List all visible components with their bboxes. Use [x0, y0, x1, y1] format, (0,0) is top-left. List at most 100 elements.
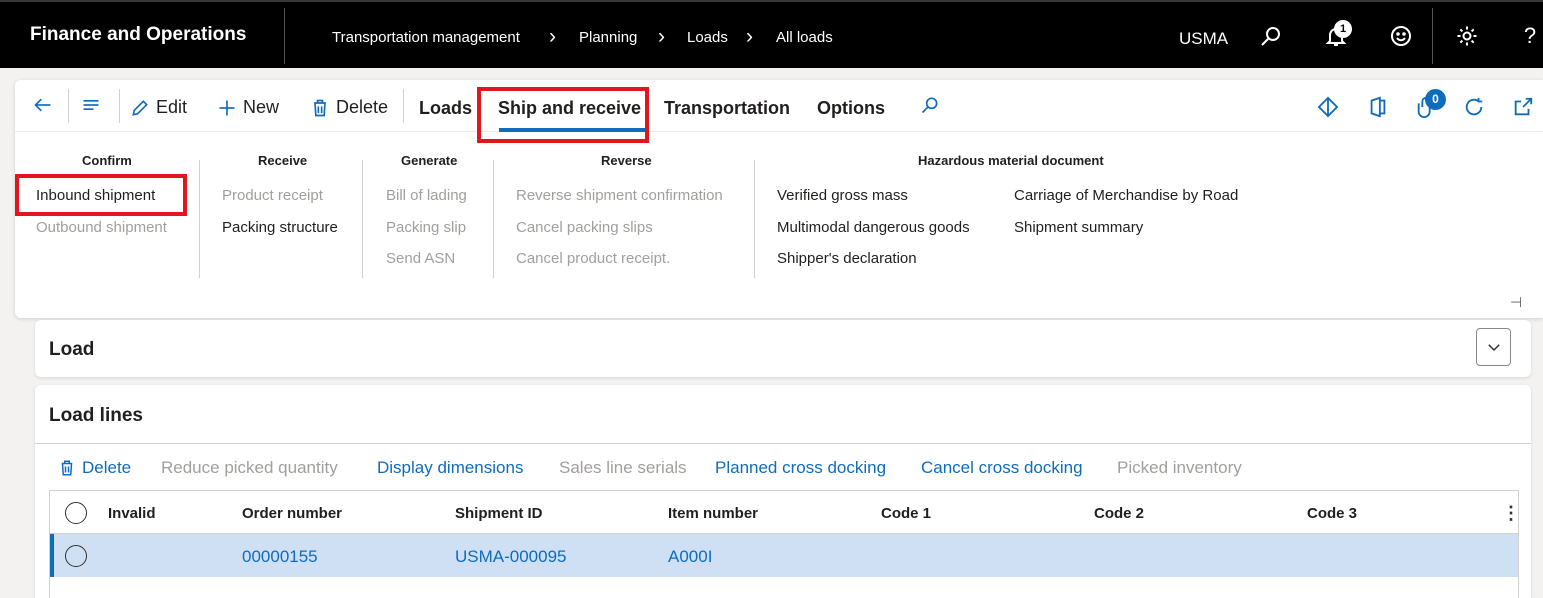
picked-inventory-button[interactable]: Picked inventory [1117, 458, 1242, 478]
group-title-receive: Receive [258, 153, 308, 168]
line-delete-label: Delete [82, 458, 132, 477]
shippers-declaration-button[interactable]: Shipper's declaration [777, 250, 917, 267]
breadcrumb-transportation-management[interactable]: Transportation management [332, 29, 520, 46]
search-icon[interactable] [1257, 22, 1285, 50]
cancel-cross-docking-button[interactable]: Cancel cross docking [921, 458, 1083, 478]
display-dimensions-button[interactable]: Display dimensions [377, 458, 523, 478]
notification-count-badge: 1 [1334, 20, 1352, 38]
outbound-shipment-button[interactable]: Outbound shipment [36, 219, 167, 236]
breadcrumb-planning[interactable]: Planning [579, 29, 637, 46]
load-section-title[interactable]: Load [49, 339, 94, 361]
column-header-shipment-id[interactable]: Shipment ID [455, 505, 543, 522]
menu-button[interactable] [81, 95, 107, 115]
cell-item-number[interactable]: A000I [668, 547, 712, 567]
company-selector[interactable]: USMA [1179, 29, 1228, 49]
open-new-window-icon[interactable] [1512, 96, 1536, 120]
top-navigation-bar: Finance and Operations Transportation ma… [0, 0, 1543, 68]
app-title[interactable]: Finance and Operations [30, 24, 246, 46]
pin-icon[interactable]: ⊣ [1510, 294, 1522, 311]
highlight-box-ship-and-receive [477, 87, 649, 143]
new-button[interactable]: New [217, 97, 279, 118]
shipment-summary-button[interactable]: Shipment summary [1014, 219, 1143, 236]
breadcrumb-all-loads[interactable]: All loads [776, 29, 833, 46]
tab-loads[interactable]: Loads [419, 98, 472, 119]
divider [68, 89, 69, 123]
refresh-icon[interactable] [1463, 96, 1487, 120]
arrow-left-icon [34, 98, 51, 112]
divider [1432, 8, 1433, 64]
divider [119, 89, 120, 123]
cell-order-number[interactable]: 00000155 [242, 547, 318, 567]
new-label: New [243, 97, 280, 117]
divider [362, 160, 363, 278]
office-icon[interactable] [1367, 96, 1391, 120]
chevron-down-icon [1487, 344, 1500, 352]
table-row[interactable]: 00000155 USMA-000095 A000I [50, 534, 1518, 577]
column-header-code-3[interactable]: Code 3 [1307, 505, 1357, 522]
column-header-order-number[interactable]: Order number [242, 505, 342, 522]
divider [403, 89, 404, 123]
group-title-generate: Generate [401, 153, 458, 168]
trash-icon [314, 99, 326, 116]
reduce-picked-quantity-button[interactable]: Reduce picked quantity [161, 458, 338, 478]
help-icon[interactable]: ? [1516, 22, 1543, 50]
packing-structure-button[interactable]: Packing structure [222, 219, 338, 236]
group-title-confirm: Confirm [82, 153, 132, 168]
breadcrumb-loads[interactable]: Loads [687, 29, 728, 46]
grid-header: Invalid Order number Shipment ID Item nu… [50, 491, 1520, 534]
load-lines-grid: Invalid Order number Shipment ID Item nu… [49, 490, 1520, 598]
delete-button[interactable]: Delete [310, 97, 388, 118]
column-header-code-2[interactable]: Code 2 [1094, 505, 1144, 522]
column-header-code-1[interactable]: Code 1 [881, 505, 931, 522]
chevron-right-icon: › [746, 25, 753, 48]
cell-shipment-id[interactable]: USMA-000095 [455, 547, 567, 567]
plus-icon [219, 100, 235, 115]
carriage-of-merchandise-by-road-button[interactable]: Carriage of Merchandise by Road [1014, 187, 1238, 204]
tab-options[interactable]: Options [817, 98, 885, 119]
lines-icon [83, 100, 99, 110]
attachment-count-badge: 0 [1425, 89, 1446, 110]
planned-cross-docking-button[interactable]: Planned cross docking [715, 458, 886, 478]
gear-icon[interactable] [1453, 22, 1481, 50]
divider [754, 160, 755, 278]
select-all-radio[interactable] [65, 502, 87, 524]
divider [493, 160, 494, 278]
product-receipt-button[interactable]: Product receipt [222, 187, 323, 204]
expand-button[interactable] [1476, 328, 1511, 366]
edit-label: Edit [156, 97, 188, 117]
line-delete-button[interactable]: Delete [58, 458, 131, 478]
verified-gross-mass-button[interactable]: Verified gross mass [777, 187, 908, 204]
trash-icon [61, 460, 73, 476]
packing-slip-button[interactable]: Packing slip [386, 219, 466, 236]
divider [199, 160, 200, 278]
delete-label: Delete [336, 97, 389, 117]
pencil-icon [132, 99, 148, 116]
tab-transportation[interactable]: Transportation [664, 98, 790, 119]
diamond-icon[interactable] [1317, 96, 1341, 120]
divider [284, 8, 285, 64]
load-lines-title[interactable]: Load lines [49, 405, 143, 427]
group-title-reverse: Reverse [601, 153, 652, 168]
inbound-shipment-button[interactable]: Inbound shipment [36, 187, 155, 204]
group-title-hazardous-material-document: Hazardous material document [918, 153, 1104, 168]
reverse-shipment-confirmation-button[interactable]: Reverse shipment confirmation [516, 187, 723, 204]
column-header-item-number[interactable]: Item number [668, 505, 758, 522]
chevron-right-icon: › [549, 25, 556, 48]
action-pane-toolbar: Edit New Delete Loads Ship and receive T… [15, 80, 1543, 132]
action-search-button[interactable] [920, 95, 946, 115]
sales-line-serials-button[interactable]: Sales line serials [559, 458, 687, 478]
column-header-invalid[interactable]: Invalid [108, 505, 156, 522]
smiley-icon[interactable] [1387, 22, 1415, 50]
row-select-radio[interactable] [65, 545, 87, 567]
cancel-packing-slips-button[interactable]: Cancel packing slips [516, 219, 653, 236]
cancel-product-receipt-button[interactable]: Cancel product receipt. [516, 250, 670, 267]
multimodal-dangerous-goods-button[interactable]: Multimodal dangerous goods [777, 219, 970, 236]
bill-of-lading-button[interactable]: Bill of lading [386, 187, 467, 204]
chevron-right-icon: › [658, 25, 665, 48]
load-section: Load [35, 320, 1531, 377]
search-icon [921, 97, 938, 114]
send-asn-button[interactable]: Send ASN [386, 250, 455, 267]
back-button[interactable] [33, 95, 59, 115]
edit-button[interactable]: Edit [130, 97, 187, 118]
more-options-icon[interactable]: ⋮ [1502, 503, 1520, 524]
